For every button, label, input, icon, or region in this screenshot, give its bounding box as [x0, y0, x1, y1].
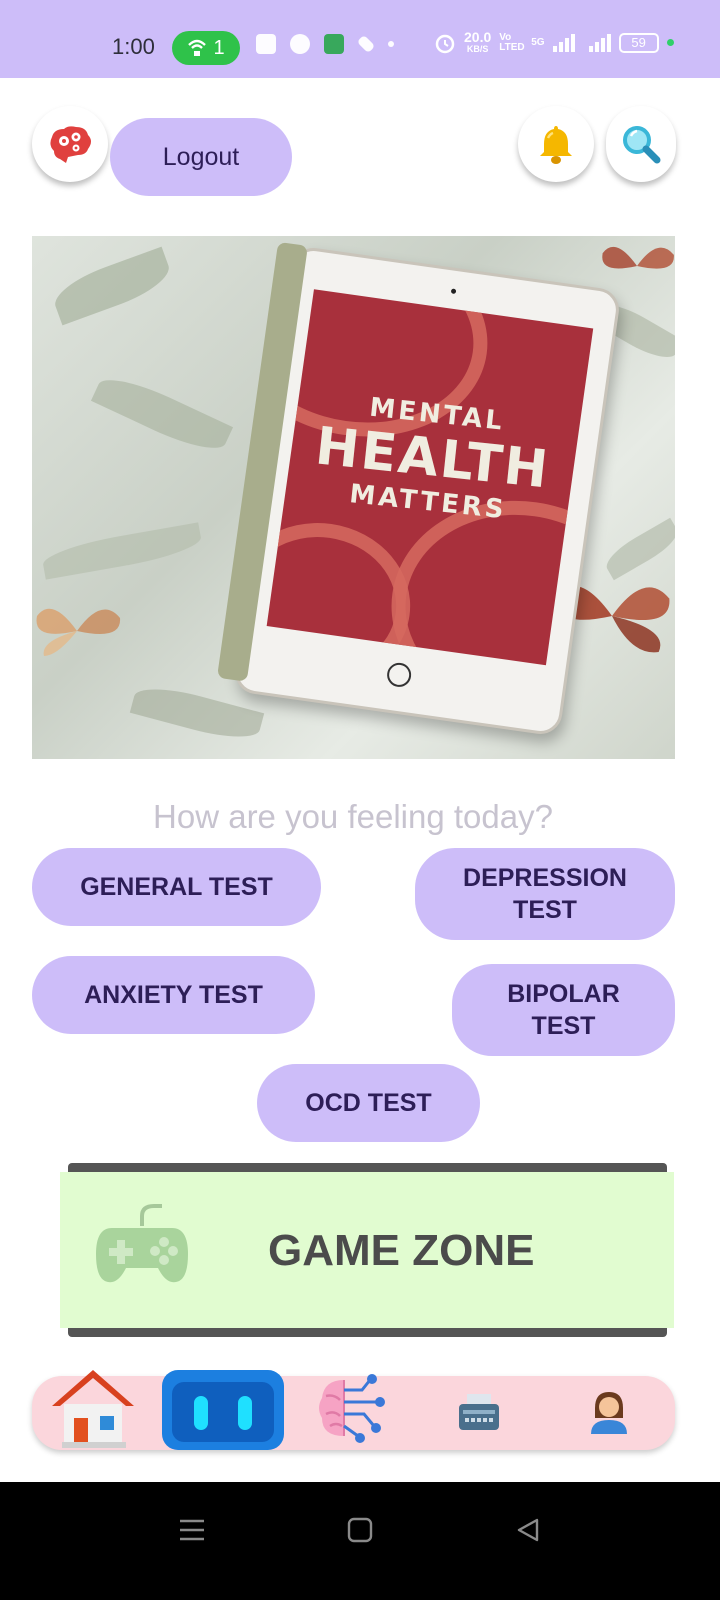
- search-icon: [623, 126, 661, 164]
- recent-apps-button[interactable]: [172, 1510, 212, 1550]
- tablet-screen: MENTAL HEALTH MATTERS: [266, 289, 594, 666]
- button-shadow: [38, 176, 102, 190]
- battery-level: 59: [631, 35, 646, 50]
- nav-journal[interactable]: [454, 1388, 504, 1436]
- screen-text: MENTAL HEALTH MATTERS: [286, 385, 579, 532]
- app-notification-icon: [290, 34, 310, 54]
- ai-brain-icon: [319, 1374, 385, 1443]
- profile-icon: [591, 1392, 627, 1434]
- back-nav-button[interactable]: [508, 1510, 548, 1550]
- hotspot-icon: [188, 39, 207, 56]
- button-shadow: [614, 176, 676, 190]
- square-icon: [347, 1517, 373, 1543]
- depression-test-button[interactable]: DEPRESSION TEST: [415, 848, 675, 940]
- nav-brain-ai[interactable]: [314, 1370, 390, 1446]
- notifications-button[interactable]: [518, 106, 594, 190]
- ticket-notification-icon: [356, 34, 376, 54]
- button-shadow: [526, 176, 588, 190]
- alarm-icon: [435, 34, 455, 53]
- ocd-test-button[interactable]: OCD TEST: [257, 1064, 480, 1142]
- typewriter-icon: [459, 1394, 499, 1430]
- anxiety-test-button[interactable]: ANXIETY TEST: [32, 956, 315, 1034]
- system-status-icons: 20.0 KB/S Vo LTED 5G 59: [434, 30, 674, 55]
- game-zone-label: GAME ZONE: [268, 1226, 535, 1275]
- hero-image: MENTAL HEALTH MATTERS: [32, 236, 675, 759]
- network-speed: 20.0 KB/S: [464, 30, 491, 55]
- tablet-camera: [450, 288, 457, 295]
- robot-icon: [162, 1370, 284, 1450]
- network-speed-value: 20.0: [464, 29, 492, 45]
- status-time: 1:00: [112, 34, 155, 59]
- network-type: 5G: [531, 36, 545, 48]
- tablet-image: MENTAL HEALTH MATTERS: [216, 241, 622, 737]
- logout-button[interactable]: Logout: [110, 118, 292, 196]
- battery-indicator: 59: [618, 32, 659, 53]
- decorative-leaf: [48, 246, 176, 326]
- signal-bars-1: [552, 33, 575, 52]
- notification-icons: [256, 34, 394, 54]
- bottom-nav: [32, 1370, 675, 1450]
- gamepad-icon: [96, 1204, 188, 1283]
- feeling-question: How are you feeling today?: [153, 798, 553, 835]
- nav-profile[interactable]: [584, 1388, 634, 1436]
- nav-chatbot[interactable]: [160, 1366, 286, 1450]
- search-button[interactable]: [606, 106, 676, 190]
- privacy-dot: [666, 39, 674, 46]
- hotspot-count: 1: [213, 36, 225, 59]
- home-nav-button[interactable]: [340, 1510, 380, 1550]
- brain-menu-button[interactable]: [32, 106, 108, 190]
- tablet-home-button: [385, 661, 413, 689]
- butterfly-image: [602, 246, 674, 269]
- more-notifications-icon: [388, 41, 394, 47]
- brain-gears-icon: [50, 126, 91, 163]
- general-test-button[interactable]: GENERAL TEST: [32, 848, 321, 926]
- screen-swirl: [266, 511, 421, 666]
- store-notification-icon: [324, 34, 344, 54]
- game-zone-button[interactable]: GAME ZONE: [60, 1172, 674, 1328]
- back-triangle-icon: [517, 1518, 539, 1542]
- network-speed-unit: KB/S: [466, 44, 489, 54]
- home-icon: [52, 1370, 134, 1448]
- gallery-notification-icon: [256, 34, 276, 54]
- decorative-leaf: [40, 522, 204, 580]
- bell-icon: [540, 126, 572, 164]
- nav-home[interactable]: [50, 1366, 136, 1450]
- hotspot-badge: 1: [172, 31, 240, 65]
- volte-indicator: Vo LTED: [499, 31, 525, 53]
- menu-icon: [180, 1519, 204, 1541]
- status-bar: 1:00 1 20.0 KB/S Vo LTED 5G 59: [0, 0, 720, 78]
- signal-bars-2: [588, 33, 611, 52]
- butterfly-image: [36, 608, 121, 656]
- decorative-leaf: [90, 368, 234, 460]
- bipolar-test-button[interactable]: BIPOLAR TEST: [452, 964, 675, 1056]
